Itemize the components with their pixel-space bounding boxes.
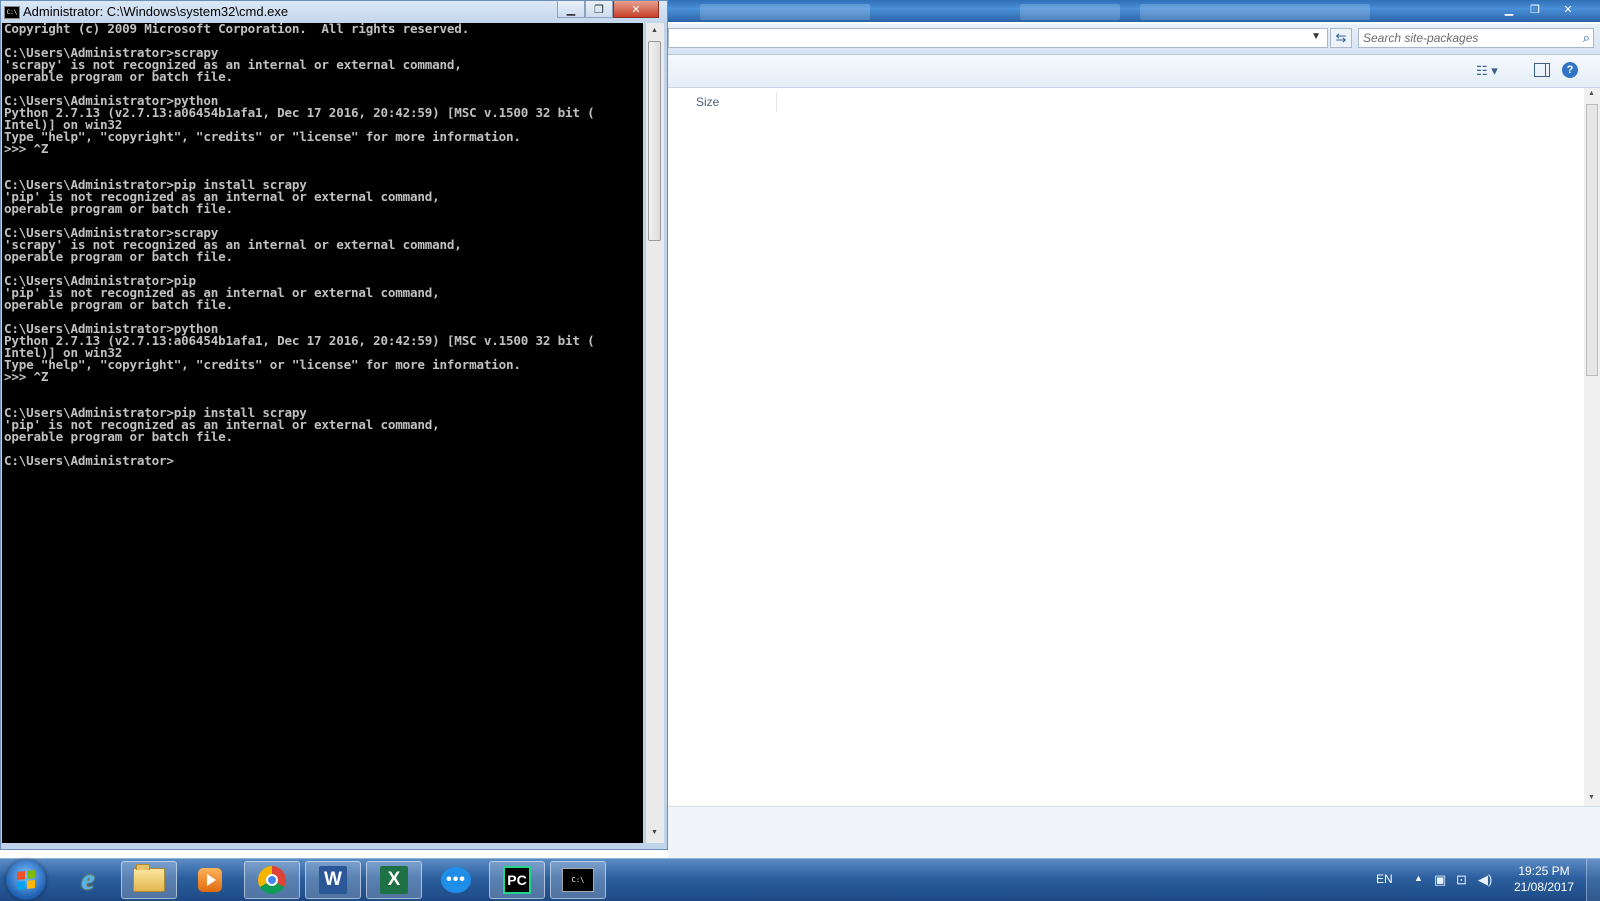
search-box[interactable]: ⌕ [1358,28,1594,48]
action-center-icon[interactable]: ▣ [1434,872,1446,888]
address-field[interactable]: ▼ [668,28,1328,48]
file-list[interactable]: Size [668,88,1584,806]
cmd-app-icon[interactable]: C:\ [4,6,20,19]
explorer-scrollbar[interactable]: ▲ ▼ [1584,88,1600,806]
console-line: C:\Users\Administrator> [4,453,174,468]
taskbar-internet-explorer[interactable]: e [60,861,116,899]
console-line: operable program or batch file. [4,249,233,264]
view-options-icon[interactable]: ☷ ▾ [1476,63,1498,79]
taskbar-media-player[interactable] [182,861,238,899]
language-indicator[interactable]: EN [1376,872,1393,886]
minimize-icon[interactable]: ▁ [1496,0,1522,18]
command-prompt-icon: C:\ [562,868,594,892]
help-icon[interactable]: ? [1562,62,1578,78]
clock[interactable]: 19:25 PM 21/08/2017 [1504,863,1584,895]
internet-explorer-icon: e [81,863,95,896]
taskbar: e W X ••• PC C:\ EN ▲ ▣ ⊡ ◀) 19:25 PM 21… [0,858,1600,901]
maximize-icon[interactable]: ❐ [1522,0,1548,18]
console-line: Copyright (c) 2009 Microsoft Corporation… [4,23,470,36]
search-icon[interactable]: ⌕ [1583,30,1590,46]
close-icon[interactable]: ✕ [1548,0,1588,18]
console-line: operable program or batch file. [4,69,233,84]
taskbar-messenger[interactable]: ••• [428,861,484,899]
clock-time: 19:25 PM [1518,864,1570,878]
titlebar-glass-region [700,4,870,20]
titlebar-glass-region [1140,4,1370,20]
clock-date: 21/08/2017 [1513,880,1575,894]
preview-pane-icon[interactable] [1534,63,1550,77]
console-line: >>> ^Z [4,141,49,156]
close-icon[interactable]: ✕ [613,1,659,18]
titlebar-glass-region [1020,4,1120,20]
scrollbar-thumb[interactable] [1586,104,1598,376]
cmd-titlebar[interactable]: C:\ Administrator: C:\Windows\system32\c… [1,1,667,23]
show-desktop-button[interactable] [1586,859,1600,901]
console-text: Copyright (c) 2009 Microsoft Corporation… [2,23,643,467]
console-output[interactable]: Copyright (c) 2009 Microsoft Corporation… [2,23,643,843]
taskbar-microsoft-word[interactable]: W [305,861,361,899]
word-icon: W [319,866,347,894]
pycharm-icon: PC [503,866,531,894]
show-hidden-icons-icon[interactable]: ▲ [1414,873,1423,883]
volume-icon[interactable]: ◀) [1478,872,1492,888]
scroll-down-icon[interactable]: ▼ [1588,794,1595,801]
console-line: operable program or batch file. [4,201,233,216]
console-line: >>> ^Z [4,369,49,384]
maximize-icon[interactable]: ❐ [585,1,613,18]
cmd-window: C:\ Administrator: C:\Windows\system32\c… [0,0,668,850]
network-icon[interactable]: ⊡ [1456,872,1467,888]
taskbar-google-chrome[interactable] [244,861,300,899]
console-line: operable program or batch file. [4,429,233,444]
scroll-up-icon[interactable]: ▲ [1588,90,1595,97]
console-line: operable program or batch file. [4,297,233,312]
scrollbar-thumb[interactable] [648,41,661,241]
explorer-window-controls: ▁ ❐ ✕ [1496,0,1588,18]
minimize-icon[interactable]: ▁ [557,1,585,18]
refresh-icon[interactable]: ⇆ [1330,28,1352,48]
console-line: Type "help", "copyright", "credits" or "… [4,129,521,144]
scroll-up-icon[interactable]: ▲ [651,27,658,34]
excel-icon: X [380,866,408,894]
chat-bubble-icon: ••• [441,867,471,893]
chrome-icon [258,866,286,894]
windows-logo-icon [17,870,35,890]
console-line: Type "help", "copyright", "credits" or "… [4,357,521,372]
column-header-size[interactable]: Size [694,92,777,112]
cmd-scrollbar[interactable]: ▲ ▼ [645,23,664,843]
details-pane [668,806,1600,859]
media-player-icon [198,868,222,892]
taskbar-windows-explorer[interactable] [121,861,177,899]
search-input[interactable] [1363,30,1563,46]
scroll-down-icon[interactable]: ▼ [651,829,658,836]
taskbar-pycharm[interactable]: PC [489,861,545,899]
folder-icon [133,864,165,892]
taskbar-microsoft-excel[interactable]: X [366,861,422,899]
chevron-down-icon[interactable]: ▼ [1311,31,1321,42]
taskbar-command-prompt[interactable]: C:\ [550,861,606,899]
window-title: Administrator: C:\Windows\system32\cmd.e… [23,4,289,19]
start-button[interactable] [6,860,46,900]
cmd-window-controls: ▁ ❐ ✕ [557,1,659,18]
